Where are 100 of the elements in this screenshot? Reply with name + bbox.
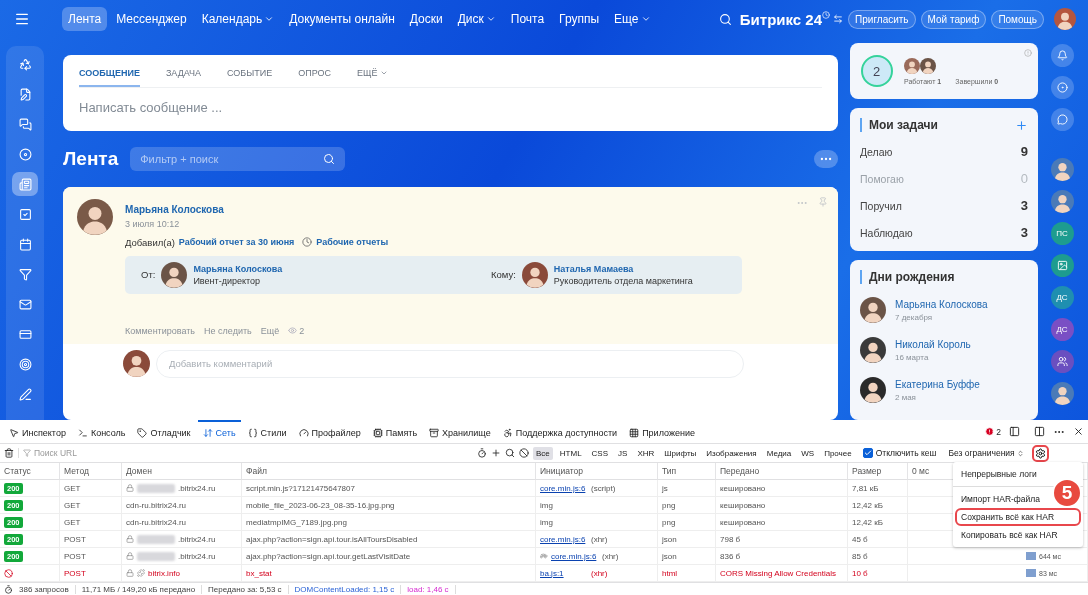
menu-icon[interactable] xyxy=(14,11,30,27)
devtools-tab[interactable]: Консоль xyxy=(72,420,131,443)
devtools-tab[interactable]: Сеть xyxy=(197,420,241,443)
devtools-tab[interactable]: Отладчик xyxy=(132,420,196,443)
summary-text: 386 запросов xyxy=(13,584,76,594)
table-cell: кешировано xyxy=(716,497,848,514)
person-name[interactable]: Наталья Мамаева xyxy=(553,263,693,274)
close-icon[interactable] xyxy=(1073,426,1084,437)
more-button[interactable] xyxy=(814,149,838,168)
domain-text: .bitrix24.ru xyxy=(178,534,216,544)
nav-tab[interactable]: Группы xyxy=(553,7,606,31)
person-name[interactable]: Николай Король xyxy=(895,338,971,350)
chat-avatar[interactable] xyxy=(1050,254,1074,277)
nav-tab[interactable]: Еще xyxy=(608,7,657,31)
trash-icon[interactable] xyxy=(4,448,14,458)
nav-tab[interactable]: Почта xyxy=(504,7,551,31)
devtools-tab[interactable]: Хранилище xyxy=(424,420,496,443)
devtools-tab[interactable]: Приложение xyxy=(624,420,700,443)
message-field[interactable]: Написать сообщение ... xyxy=(79,88,822,115)
nav-tab[interactable]: Календарь xyxy=(195,7,281,31)
person-name[interactable]: Екатерина Буффе xyxy=(895,378,980,390)
settings-button[interactable] xyxy=(1031,444,1049,462)
search-icon[interactable] xyxy=(718,12,732,26)
menu-item[interactable]: Сохранить всё как HAR xyxy=(955,508,1081,526)
bell-button[interactable] xyxy=(1050,44,1074,67)
column-header[interactable]: Статус xyxy=(0,463,60,480)
header-button[interactable]: Мой тариф xyxy=(920,9,987,29)
devtools-tab[interactable]: Стили xyxy=(242,420,292,443)
report-link[interactable]: Рабочий отчет за 30 июня xyxy=(178,237,295,248)
column-header[interactable]: Размер xyxy=(848,463,908,480)
chat-button[interactable] xyxy=(1050,108,1074,131)
type-filter[interactable]: WS xyxy=(798,446,818,460)
column-header[interactable]: Файл xyxy=(242,463,536,480)
column-header[interactable]: Домен xyxy=(122,463,242,480)
task-count: 3 xyxy=(1020,198,1028,213)
devtools-tab[interactable]: Профайлер xyxy=(293,420,366,443)
panel-icon[interactable] xyxy=(1009,426,1020,437)
avatar xyxy=(123,350,150,378)
column-header[interactable]: Передано xyxy=(716,463,848,480)
type-filter[interactable]: Прочее xyxy=(821,446,855,460)
column-header[interactable]: Инициатор xyxy=(536,463,658,480)
person-name[interactable]: Марьяна Колоскова xyxy=(895,298,988,310)
dock-icon[interactable] xyxy=(1034,426,1045,437)
devtools-tab[interactable]: Инспектор xyxy=(4,420,71,443)
type-filter[interactable]: Шрифты xyxy=(661,446,700,460)
initiator-link[interactable]: core.min.js:6 xyxy=(540,534,588,544)
composer-tab[interactable]: СОБЫТИЕ xyxy=(227,55,273,87)
person-name[interactable]: Марьяна Колоскова xyxy=(193,263,283,274)
type-filter[interactable]: Медиа xyxy=(763,446,795,460)
column-header[interactable]: Метод xyxy=(60,463,122,480)
initiator-link[interactable]: core.min.js:6 xyxy=(540,483,588,493)
menu-item[interactable]: Непрерывные логи xyxy=(955,465,1043,483)
search-icon[interactable] xyxy=(505,448,515,458)
domain-text: .bitrix24.ru xyxy=(178,551,216,561)
type-filter[interactable]: XHR xyxy=(634,446,658,460)
chat-avatar[interactable] xyxy=(1050,350,1074,373)
initiator-type: (xhr) xyxy=(591,568,608,578)
add-icon[interactable] xyxy=(1015,118,1028,132)
column-header[interactable]: Тип xyxy=(658,463,716,480)
error-count: 2 xyxy=(996,426,1001,437)
type-filter[interactable]: Изображения xyxy=(703,446,760,460)
type-filter[interactable]: JS xyxy=(615,446,631,460)
domain-text: .bitrix24.ru xyxy=(178,483,216,493)
nav-tab[interactable]: Доски xyxy=(403,7,449,31)
devtools-tab[interactable]: Память xyxy=(367,420,423,443)
initiator-link[interactable]: ba.js:1 xyxy=(540,568,588,578)
chat-icon xyxy=(18,117,32,131)
block-icon[interactable] xyxy=(519,448,529,458)
task-label[interactable]: Поручил xyxy=(860,199,902,212)
initiator-link[interactable]: core.min.js:6 xyxy=(551,551,599,561)
composer-tab[interactable]: ЕЩЁ xyxy=(356,55,389,87)
birthday-date: 16 марта xyxy=(895,352,930,362)
type-filter[interactable]: HTML xyxy=(556,446,585,460)
task-label[interactable]: Наблюдаю xyxy=(860,226,913,239)
throttling-select[interactable]: Без ограничения xyxy=(948,448,1024,458)
nav-tab[interactable]: Диск xyxy=(451,7,502,31)
clock-icon xyxy=(302,237,313,248)
composer-tab[interactable]: СООБЩЕНИЕ xyxy=(79,55,140,87)
composer-tab[interactable]: ЗАДАЧА xyxy=(165,55,202,87)
swap-icon[interactable] xyxy=(833,14,844,24)
task-label[interactable]: Делаю xyxy=(860,145,893,158)
chat-avatar[interactable]: ДС xyxy=(1050,318,1074,341)
header-button[interactable]: Пригласить xyxy=(848,9,916,29)
sidebar-item[interactable] xyxy=(12,172,38,196)
calendar-icon xyxy=(18,237,32,251)
category-link[interactable]: Рабочие отчеты xyxy=(316,237,389,248)
nav-tab[interactable]: Мессенджер xyxy=(110,7,193,31)
chat-avatar[interactable]: ДС xyxy=(1050,286,1074,309)
author-name[interactable]: Марьяна Колоскова xyxy=(125,203,224,215)
nav-tab[interactable]: Документы онлайн xyxy=(283,7,401,31)
type-filter[interactable]: Все xyxy=(533,446,553,460)
type-filter[interactable]: CSS xyxy=(588,446,612,460)
menu-item[interactable]: Импорт HAR-файла xyxy=(955,490,1046,508)
checkbox[interactable] xyxy=(862,448,873,458)
menu-item[interactable]: Копировать всё как HAR xyxy=(955,526,1064,544)
header-button[interactable]: Помощь xyxy=(991,9,1044,29)
updown-icon xyxy=(1016,449,1024,457)
composer-tab[interactable]: ОПРОС xyxy=(298,55,331,87)
devtools-tab[interactable]: Поддержка доступности xyxy=(497,420,623,443)
add-icon[interactable] xyxy=(491,448,501,458)
